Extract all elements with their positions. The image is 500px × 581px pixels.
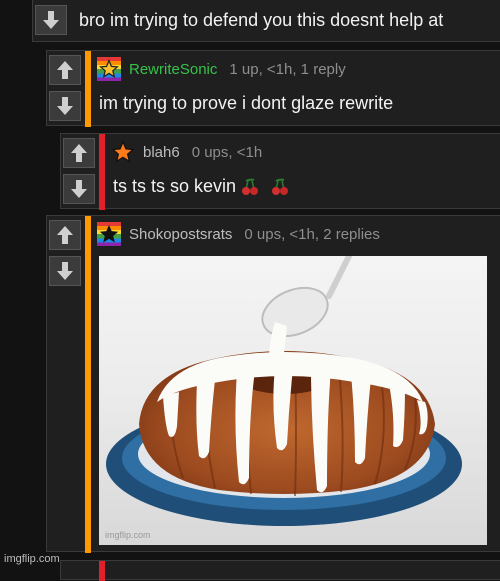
arrow-down-icon bbox=[43, 11, 59, 29]
arrow-down-icon bbox=[71, 180, 87, 198]
comment-text: ts ts ts so kevin bbox=[113, 176, 237, 196]
comment-meta: Shokopostsrats 0 ups, <1h, 2 replies bbox=[129, 226, 380, 243]
comment-meta: RewriteSonic 1 up, <1h, 1 reply bbox=[129, 61, 346, 78]
downvote-button[interactable] bbox=[49, 256, 81, 286]
comment-4-partial bbox=[60, 560, 500, 581]
arrow-up-icon bbox=[71, 144, 87, 162]
comment-stats: 1 up, <1h, 1 reply bbox=[229, 61, 346, 78]
username-link[interactable]: blah6 bbox=[143, 144, 180, 161]
comment-color-bar bbox=[99, 561, 105, 581]
star-icon bbox=[111, 140, 135, 163]
comment-3: Shokopostsrats 0 ups, <1h, 2 replies img… bbox=[46, 215, 500, 553]
comment-stats: 0 ups, <1h, 2 replies bbox=[244, 226, 380, 243]
comment-2: blah6 0 ups, <1h ts ts ts so kevin bbox=[60, 133, 500, 210]
star-icon bbox=[99, 224, 119, 243]
rainbow-star-badge bbox=[97, 57, 121, 81]
bundt-cake-image: imgflip.com bbox=[99, 256, 487, 545]
comment-image[interactable]: imgflip.com bbox=[99, 256, 487, 545]
comment-meta: blah6 0 ups, <1h bbox=[143, 144, 262, 161]
arrow-down-icon bbox=[57, 262, 73, 280]
downvote-button[interactable] bbox=[35, 5, 67, 35]
downvote-button[interactable] bbox=[63, 174, 95, 204]
arrow-up-icon bbox=[57, 226, 73, 244]
comment-color-bar bbox=[99, 134, 105, 210]
arrow-down-icon bbox=[57, 97, 73, 115]
upvote-button[interactable] bbox=[63, 138, 95, 168]
star-icon bbox=[99, 59, 119, 79]
comment-text-row: ts ts ts so kevin bbox=[113, 176, 290, 197]
orange-star-badge bbox=[111, 140, 135, 164]
comment-1: RewriteSonic 1 up, <1h, 1 reply im trying… bbox=[46, 50, 500, 127]
comment-text: bro im trying to defend you this doesnt … bbox=[79, 10, 444, 30]
comment-text: im trying to prove i dont glaze rewrite bbox=[99, 93, 394, 113]
cherry-emoji-icon bbox=[272, 178, 289, 195]
comment-stats: 0 ups, <1h bbox=[191, 144, 263, 161]
username-link[interactable]: Shokopostsrats bbox=[129, 226, 232, 243]
downvote-button[interactable] bbox=[49, 91, 81, 121]
comment-0: bro im trying to defend you this doesnt … bbox=[32, 0, 500, 42]
arrow-up-icon bbox=[57, 61, 73, 79]
image-watermark: imgflip.com bbox=[105, 530, 151, 540]
black-star-rainbow-badge bbox=[97, 222, 121, 246]
upvote-button[interactable] bbox=[49, 55, 81, 85]
username-link[interactable]: RewriteSonic bbox=[129, 61, 217, 78]
comment-color-bar bbox=[85, 216, 91, 553]
comment-color-bar bbox=[85, 51, 91, 127]
cherry-emoji-icon bbox=[242, 178, 259, 195]
upvote-button[interactable] bbox=[49, 220, 81, 250]
site-watermark: imgflip.com bbox=[4, 553, 60, 565]
